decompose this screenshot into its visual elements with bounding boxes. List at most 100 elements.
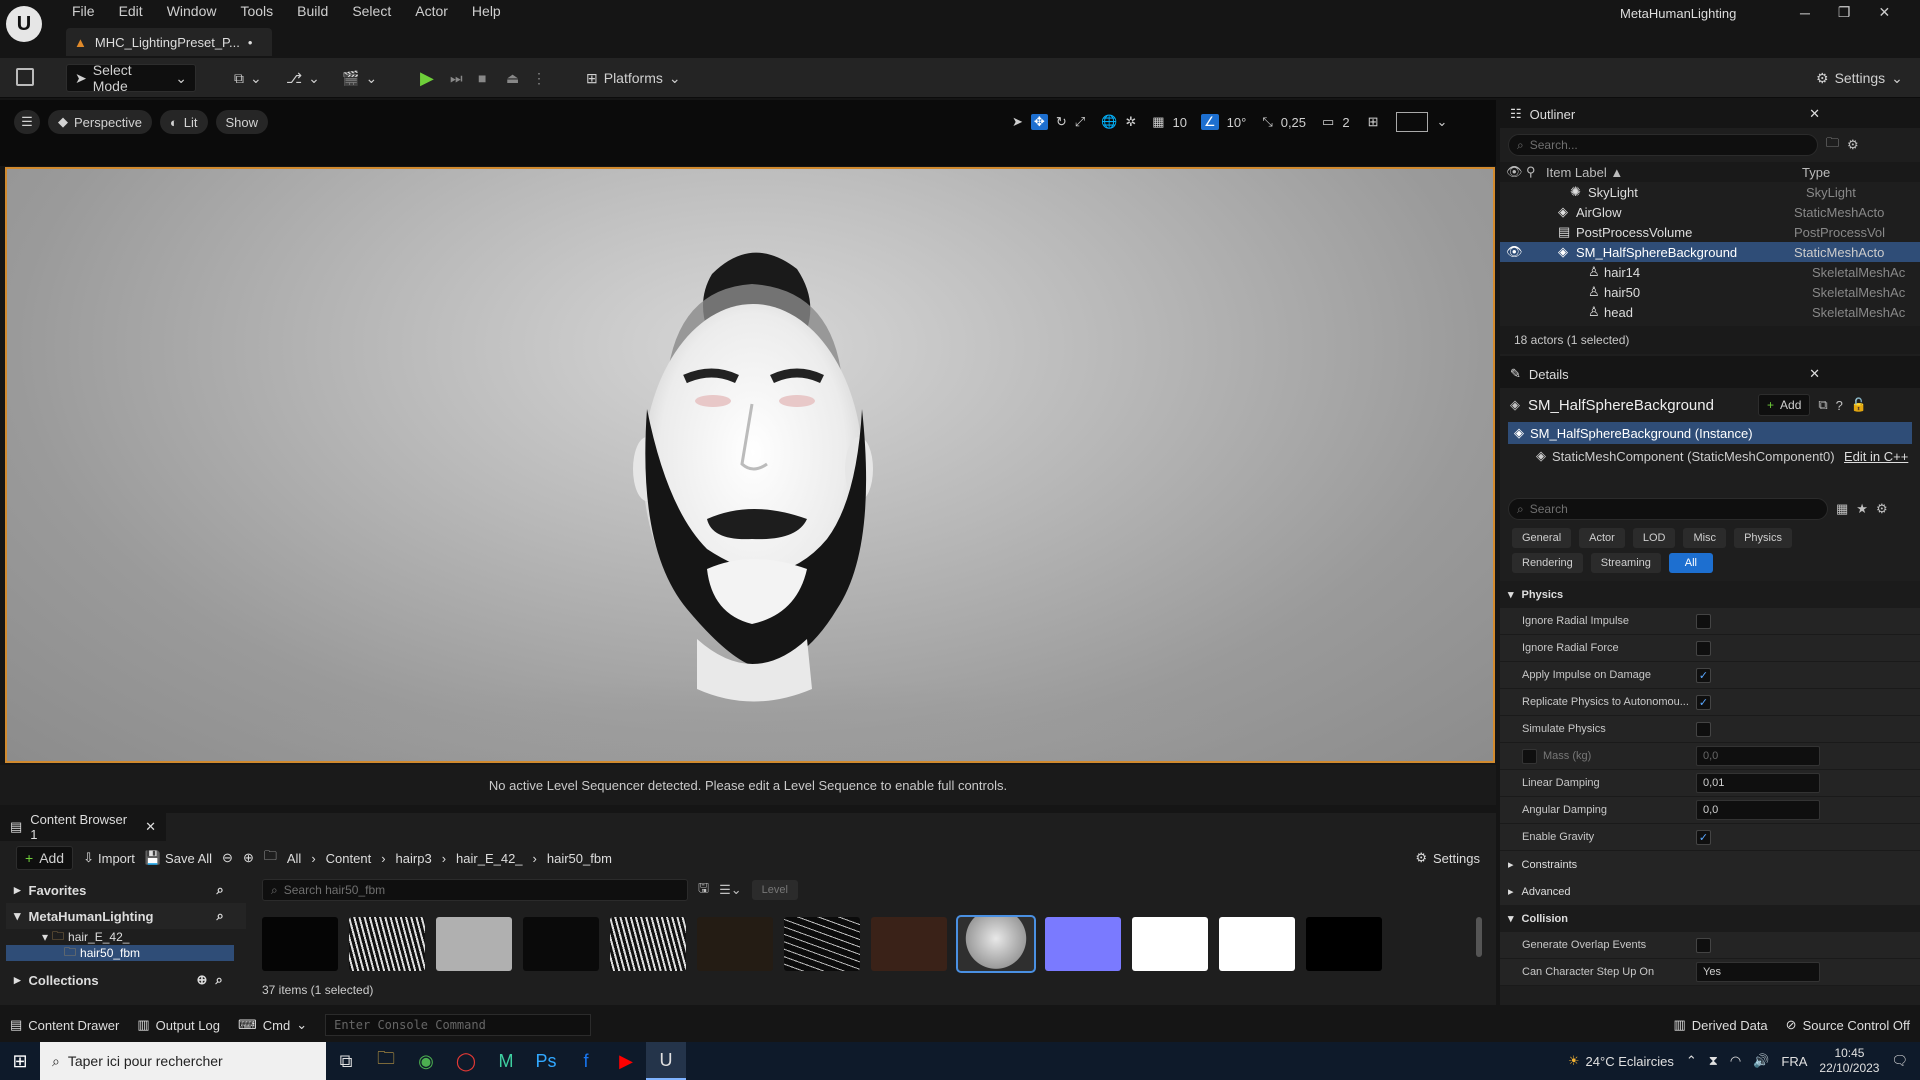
menu-edit[interactable]: Edit — [107, 0, 155, 22]
cmd-dropdown[interactable]: ⌨ Cmd ⌄ — [238, 1017, 307, 1033]
scale-snap-icon[interactable]: ⤡ — [1262, 114, 1272, 130]
outliner-row[interactable]: ♙ hair14 SkeletalMeshAc — [1500, 262, 1920, 282]
component-instance-row[interactable]: ◈ SM_HalfSphereBackground (Instance) — [1508, 422, 1912, 444]
checkbox-checked[interactable]: ✓ — [1696, 694, 1711, 710]
col-type[interactable]: Type — [1802, 165, 1830, 180]
menu-help[interactable]: Help — [460, 0, 513, 22]
asset-thumbnail[interactable] — [784, 917, 860, 971]
viewport-layout-icon[interactable] — [1396, 112, 1429, 132]
blueprint-button[interactable]: ⎇ ⌄ — [278, 64, 328, 92]
star-icon[interactable]: ★ — [1856, 501, 1868, 517]
taskbar-search[interactable]: ⌕ Taper ici pour rechercher — [40, 1042, 326, 1080]
clock[interactable]: 10:45 22/10/2023 — [1819, 1046, 1879, 1076]
search-icon[interactable]: ⌕ — [217, 882, 224, 898]
breadcrumb-content[interactable]: Content — [326, 851, 372, 866]
surface-snap-icon[interactable]: ✲ — [1125, 114, 1136, 130]
play-options-button[interactable]: ⋮ — [524, 64, 554, 92]
gear-icon[interactable]: ⚙ — [1847, 137, 1859, 153]
forward-icon[interactable]: ⊕ — [243, 850, 254, 866]
select-mode-dropdown[interactable]: ➤ Select Mode ⌄ — [66, 62, 196, 94]
tree-folder-selected[interactable]: 🗀 hair50_fbm — [6, 945, 234, 961]
wifi-icon[interactable]: ◠ — [1730, 1053, 1741, 1069]
output-log-button[interactable]: ▥ Output Log — [137, 1017, 220, 1033]
grid-snap-icon[interactable]: ▦ — [1152, 114, 1164, 130]
add-actor-button[interactable]: ⧉ ⌄ — [226, 64, 270, 92]
linear-damping-field[interactable]: 0,01 — [1696, 773, 1820, 793]
youtube-icon[interactable]: ▶ — [606, 1042, 646, 1080]
asset-thumbnail[interactable] — [262, 917, 338, 971]
platforms-dropdown[interactable]: ⊞ Platforms ⌄ — [578, 64, 689, 92]
asset-thumbnail[interactable] — [1219, 917, 1295, 971]
angle-snap-value[interactable]: 10° — [1227, 115, 1247, 130]
checkbox-unchecked[interactable] — [1696, 613, 1711, 629]
lock-icon[interactable]: 🔓 — [1851, 397, 1867, 413]
chevron-up-icon[interactable]: ⌃ — [1686, 1053, 1697, 1069]
collision-section[interactable]: ▾ Collision — [1500, 905, 1920, 932]
physics-section[interactable]: ▾ Physics — [1500, 581, 1920, 608]
angle-snap-icon[interactable]: ∠ — [1200, 114, 1219, 130]
save-icon[interactable] — [16, 68, 34, 86]
outliner-row[interactable]: ♙ hair50 SkeletalMeshAc — [1500, 282, 1920, 302]
asset-thumbnail[interactable] — [1045, 917, 1121, 971]
hierarchy-icon[interactable]: ⧉ — [1818, 397, 1827, 413]
details-tab[interactable]: ✎ Details ✕ — [1500, 360, 1920, 388]
filter-general[interactable]: General — [1512, 528, 1572, 548]
favorites-header[interactable]: ▸ Favorites ⌕ — [6, 877, 246, 903]
asset-thumbnail[interactable] — [1132, 917, 1208, 971]
volume-icon[interactable]: 🔊 — [1753, 1053, 1769, 1069]
world-space-icon[interactable]: 🌐 — [1101, 114, 1117, 130]
opera-icon[interactable]: ◯ — [446, 1042, 486, 1080]
stop-button[interactable]: ■ — [470, 64, 494, 92]
settings-dropdown[interactable]: ⚙ Settings ⌄ — [1808, 64, 1911, 92]
outliner-row[interactable]: ▤ PostProcessVolume PostProcessVol — [1500, 222, 1920, 242]
visibility-icon[interactable]: 👁 — [1506, 164, 1526, 180]
menu-file[interactable]: File — [60, 0, 107, 22]
menu-actor[interactable]: Actor — [403, 0, 460, 22]
eject-button[interactable]: ⏏ — [498, 64, 527, 92]
folder-add-icon[interactable]: 🗀 — [1826, 134, 1839, 156]
search-icon[interactable]: ⌕ — [215, 972, 222, 988]
asset-thumbnail[interactable] — [697, 917, 773, 971]
asset-thumbnail[interactable] — [1306, 917, 1382, 971]
menu-tools[interactable]: Tools — [228, 0, 285, 22]
unreal-taskbar-icon[interactable]: U — [646, 1042, 686, 1080]
select-tool-icon[interactable]: ➤ — [1012, 114, 1023, 130]
show-button[interactable]: Show — [215, 110, 269, 134]
metahuman-icon[interactable]: M — [486, 1042, 526, 1080]
close-tab-icon[interactable]: ✕ — [145, 819, 156, 835]
outliner-tab[interactable]: ☷ Outliner ✕ — [1500, 100, 1920, 128]
filter-icon[interactable]: ☰⌄ — [719, 882, 742, 898]
can-step-up-dropdown[interactable]: Yes — [1696, 962, 1820, 982]
breadcrumb-hair50-fbm[interactable]: hair50_fbm — [547, 851, 612, 866]
details-search-input[interactable]: ⌕ Search — [1508, 498, 1828, 520]
advanced-section[interactable]: ▸ Advanced — [1500, 878, 1920, 905]
asset-thumbnail[interactable] — [523, 917, 599, 971]
outliner-row[interactable]: ♙ head SkeletalMeshAc — [1500, 302, 1920, 322]
asset-thumbnail[interactable] — [349, 917, 425, 971]
close-tab-icon[interactable]: ✕ — [1809, 366, 1820, 382]
collections-header[interactable]: ▸ Collections ⊕ ⌕ — [6, 967, 246, 993]
checkbox-unchecked[interactable] — [1696, 937, 1711, 953]
asset-thumbnail[interactable] — [871, 917, 947, 971]
move-tool-icon[interactable]: ✥ — [1030, 114, 1048, 130]
menu-build[interactable]: Build — [285, 0, 340, 22]
level-filter-chip[interactable]: Level — [751, 880, 798, 900]
console-input[interactable]: Enter Console Command — [325, 1014, 592, 1036]
lit-button[interactable]: ◐ Lit — [159, 110, 208, 134]
derived-data-button[interactable]: ▥ Derived Data — [1674, 1017, 1768, 1033]
save-search-icon[interactable]: 🖫 — [698, 879, 709, 901]
windows-start-icon[interactable]: ⊞ — [0, 1042, 40, 1080]
step-button[interactable]: ⏭ — [442, 64, 471, 92]
restore-icon[interactable]: ❐ — [1838, 4, 1851, 21]
breadcrumb-all[interactable]: All — [287, 851, 301, 866]
outliner-search-input[interactable]: ⌕ Search... — [1508, 134, 1818, 156]
checkbox-unchecked[interactable] — [1696, 640, 1711, 656]
visibility-icon[interactable]: 👁 — [1506, 244, 1558, 260]
asset-scrollbar[interactable] — [1476, 917, 1482, 957]
chrome-icon[interactable]: ◉ — [406, 1042, 446, 1080]
camera-speed-value[interactable]: 2 — [1342, 115, 1349, 130]
checkbox-checked[interactable]: ✓ — [1696, 667, 1711, 683]
add-component-button[interactable]: + Add — [1758, 394, 1811, 416]
back-icon[interactable]: ⊖ — [222, 850, 233, 866]
help-icon[interactable]: ? — [1836, 398, 1843, 413]
